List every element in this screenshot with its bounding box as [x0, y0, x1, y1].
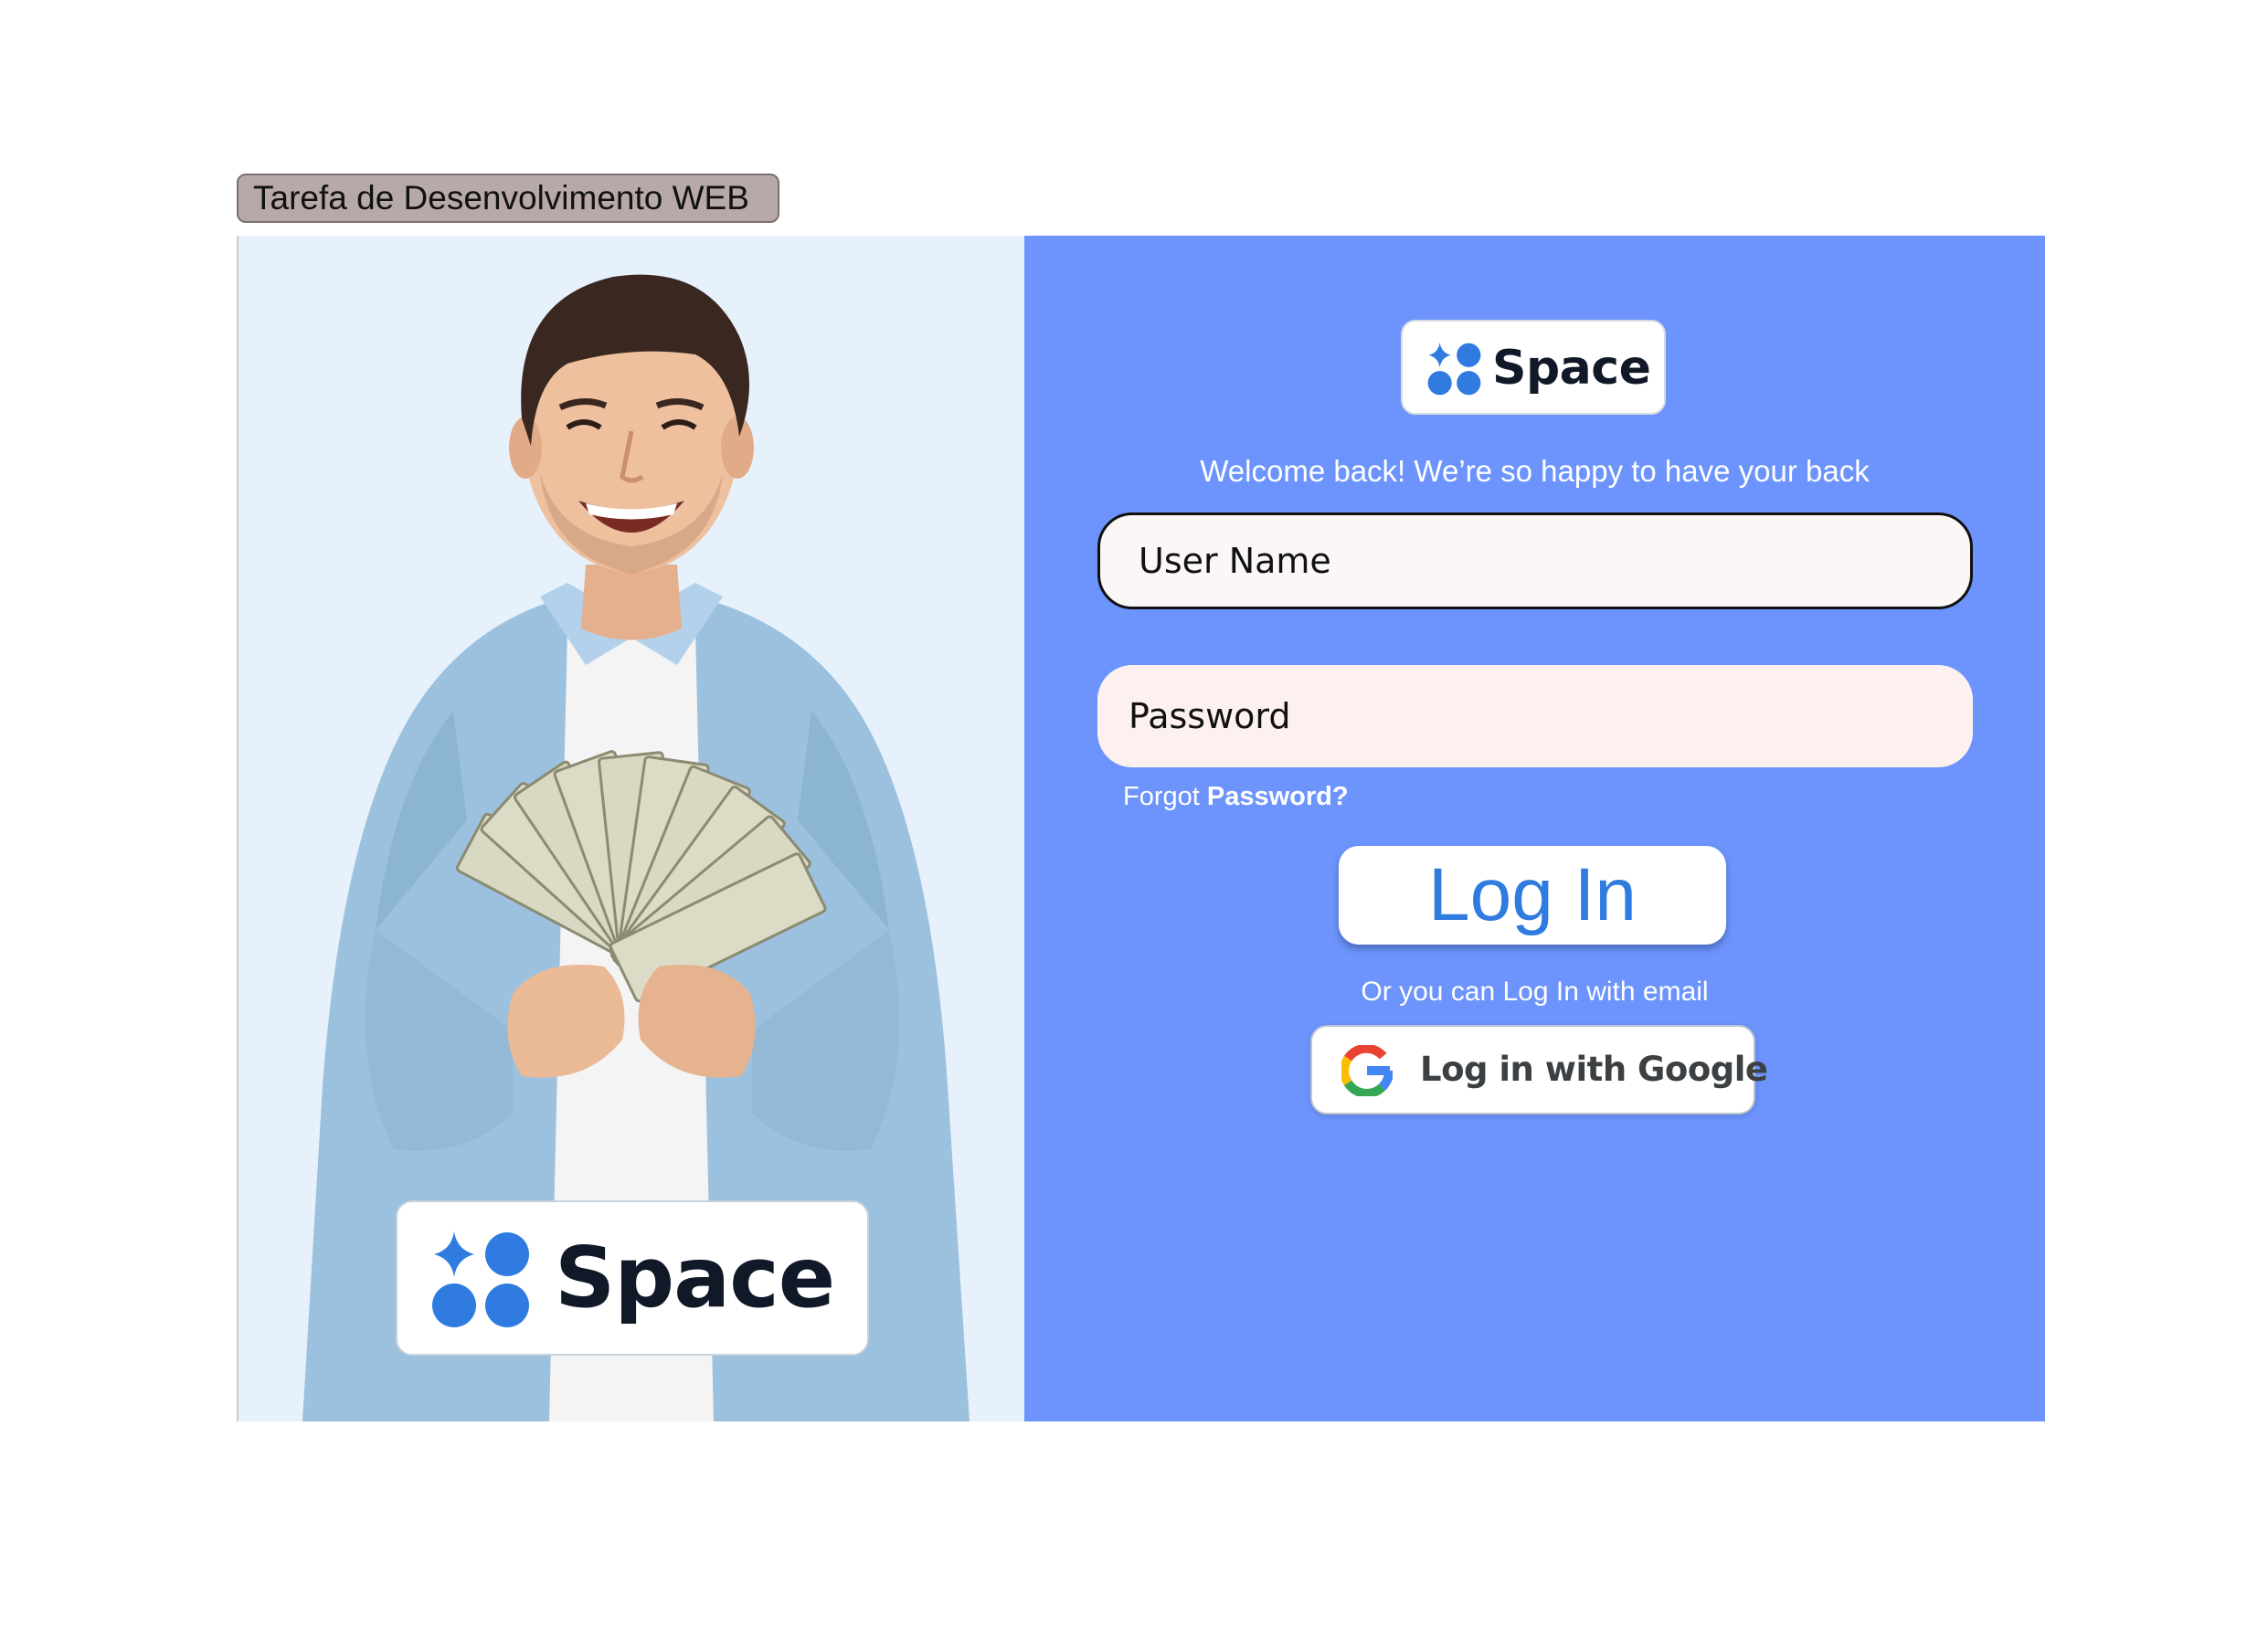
password-input[interactable]: Password: [1097, 665, 1973, 767]
username-input[interactable]: User Name: [1097, 512, 1973, 609]
space-logo-icon: [1427, 343, 1481, 396]
space-logo-icon: [432, 1231, 529, 1327]
hero-brand-card: Space: [396, 1200, 869, 1356]
google-login-label: Log in with Google: [1420, 1050, 1768, 1089]
login-brand-card: Space: [1401, 320, 1666, 415]
forgot-password-link[interactable]: Forgot Password?: [1123, 778, 1349, 815]
page-title-tag: Tarefa de Desenvolvimento WEB: [237, 174, 779, 223]
hero-brand-name: Space: [555, 1229, 835, 1326]
google-login-button[interactable]: Log in with Google: [1310, 1025, 1768, 1115]
forgot-emphasis: Password?: [1206, 782, 1349, 811]
login-button[interactable]: Log In: [1339, 846, 1726, 945]
welcome-message: Welcome back! We’re so happy to have you…: [1200, 454, 1870, 488]
login-page-frame: Space Welcome back! We’re so happy to ha…: [237, 236, 2045, 1421]
google-icon: [1341, 1045, 1393, 1096]
hero-panel: Space: [237, 236, 1024, 1421]
login-brand-name: Space: [1492, 341, 1651, 396]
forgot-prefix: Forgot: [1123, 782, 1200, 811]
alternative-login-text: Or you can Log In with email: [1361, 977, 1709, 1007]
